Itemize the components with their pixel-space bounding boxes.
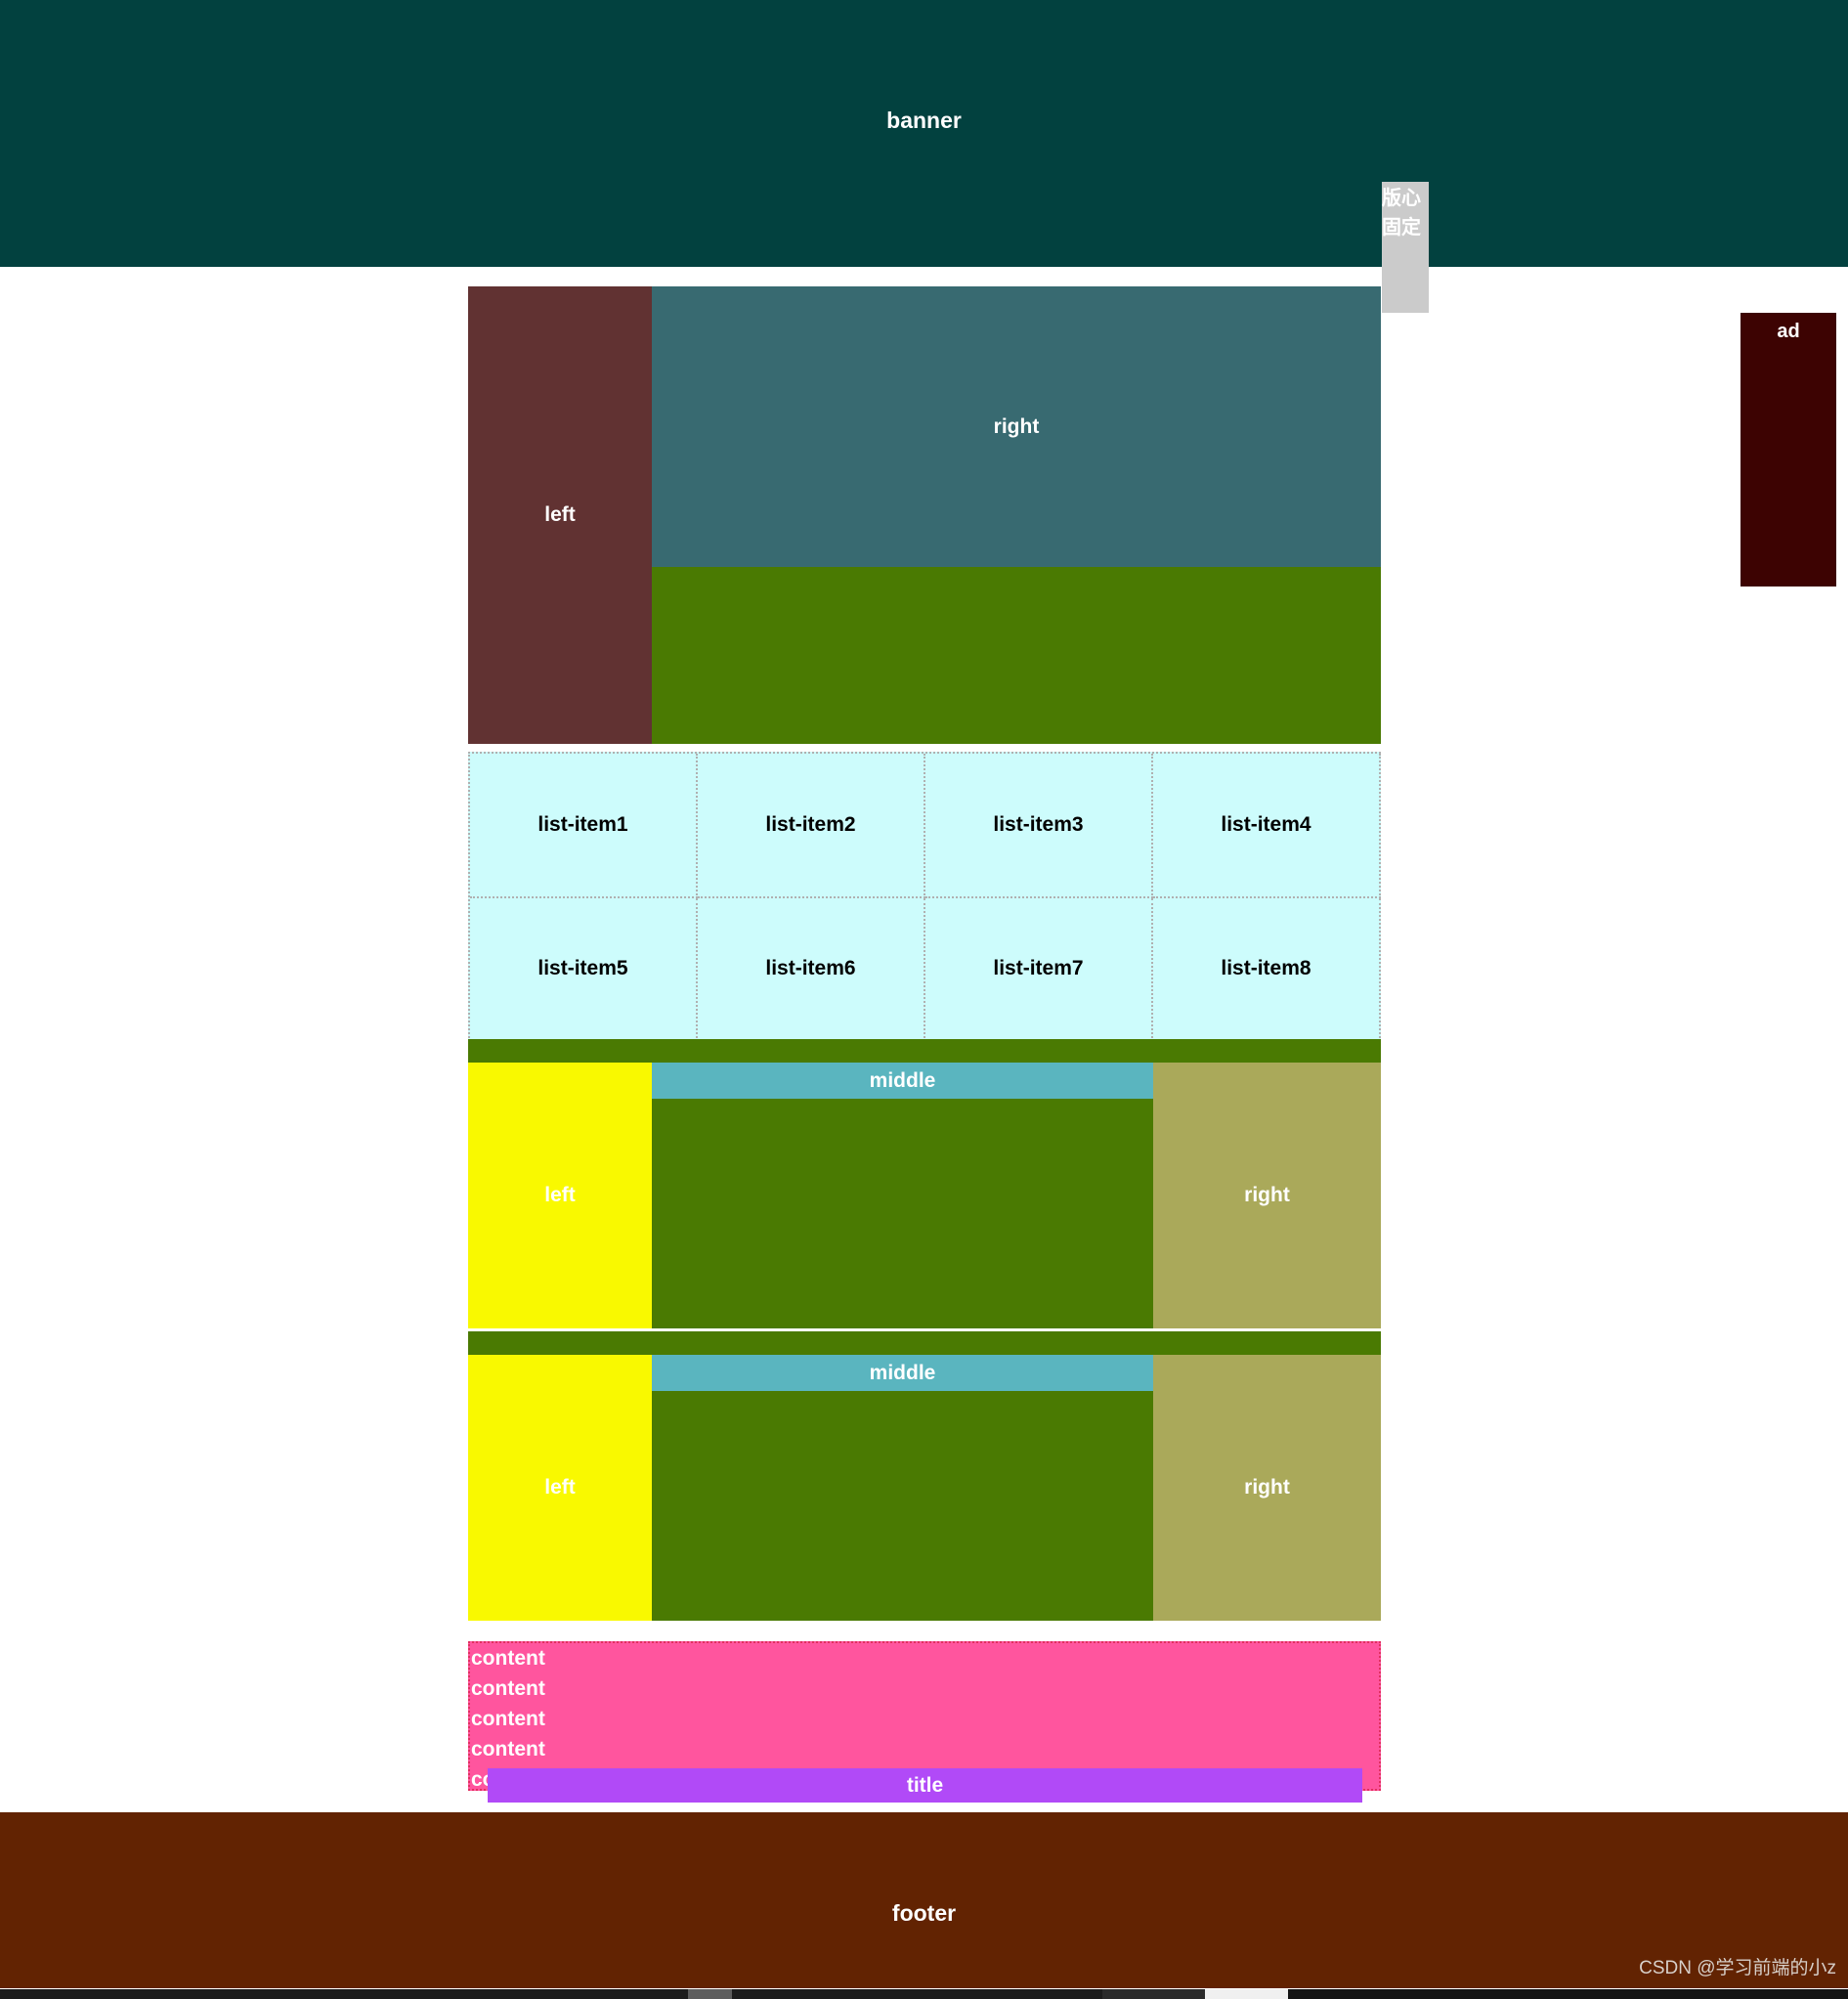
- title-bar-label: title: [906, 1774, 944, 1797]
- holy-grail-left: left: [468, 1063, 652, 1328]
- holy-grail-right-label: right: [1244, 1184, 1290, 1206]
- section-one-green-filler: [652, 567, 1381, 744]
- list-item-label: list-item1: [537, 812, 628, 836]
- section-one-left-label: left: [544, 503, 576, 526]
- list-item-label: list-item4: [1221, 812, 1311, 836]
- list-item-label: list-item3: [993, 812, 1084, 836]
- csdn-watermark: CSDN @学习前端的小z: [1639, 1958, 1836, 1978]
- content-line: content: [471, 1647, 545, 1670]
- list-item-label: list-item2: [765, 812, 856, 836]
- list-item[interactable]: list-item3: [925, 754, 1153, 898]
- section-one-right: right: [652, 286, 1381, 567]
- content-line: content: [471, 1708, 545, 1730]
- list-item[interactable]: list-item4: [1153, 754, 1381, 898]
- holy-grail-middle-label: middle: [869, 1362, 936, 1384]
- holy-grail-right-label: right: [1244, 1476, 1290, 1499]
- holy-grail-left-label: left: [544, 1184, 576, 1206]
- taskbar-segment[interactable]: [1205, 1989, 1288, 1999]
- holy-grail-left-label: left: [544, 1476, 576, 1499]
- holy-grail-middle-label: middle: [869, 1069, 936, 1092]
- section-one-left: left: [468, 286, 652, 744]
- list-item-label: list-item6: [765, 957, 856, 980]
- footer-section: footer: [0, 1812, 1848, 1988]
- os-taskbar[interactable]: [0, 1989, 1848, 1999]
- title-bar: title: [488, 1768, 1362, 1803]
- section-one: left right: [468, 286, 1381, 744]
- list-item-label: list-item7: [993, 957, 1084, 980]
- holy-grail-right: right: [1153, 1063, 1381, 1328]
- holy-grail-section-2: left middle right: [468, 1331, 1381, 1621]
- ad-label: ad: [1777, 321, 1800, 342]
- list-item[interactable]: list-item8: [1153, 897, 1381, 1042]
- holy-grail-middle-header: middle: [652, 1063, 1153, 1099]
- list-grid: list-item1 list-item2 list-item3 list-it…: [468, 752, 1381, 1042]
- holy-grail-right: right: [1153, 1355, 1381, 1621]
- footer-label: footer: [891, 1900, 957, 1926]
- holy-grail-section-1: left middle right: [468, 1039, 1381, 1328]
- list-item[interactable]: list-item6: [698, 897, 925, 1042]
- banner-label: banner: [886, 108, 962, 133]
- banner-section: banner: [0, 0, 1848, 267]
- fixed-center-marker: 版心 固定: [1382, 182, 1429, 313]
- list-item[interactable]: list-item1: [470, 754, 698, 898]
- section-one-right-label: right: [993, 414, 1040, 438]
- content-line: content: [471, 1677, 545, 1700]
- page-root: banner 版心 固定 ad left right list-item1 li…: [0, 0, 1848, 1999]
- holy-grail-middle-body: [652, 1099, 1153, 1328]
- list-item[interactable]: list-item7: [925, 897, 1153, 1042]
- taskbar-segment[interactable]: [688, 1989, 732, 1999]
- holy-grail-left: left: [468, 1355, 652, 1621]
- list-item[interactable]: list-item2: [698, 754, 925, 898]
- taskbar-segment[interactable]: [1288, 1989, 1848, 1999]
- list-item-label: list-item5: [537, 957, 628, 980]
- content-line: content: [471, 1738, 545, 1760]
- list-item-label: list-item8: [1221, 957, 1311, 980]
- taskbar-segment[interactable]: [1102, 1989, 1205, 1999]
- list-item[interactable]: list-item5: [470, 897, 698, 1042]
- ad-box[interactable]: ad: [1741, 313, 1836, 587]
- fixed-center-line2: 固定: [1382, 217, 1421, 239]
- holy-grail-middle-body: [652, 1391, 1153, 1621]
- holy-grail-middle-header: middle: [652, 1355, 1153, 1391]
- fixed-center-line1: 版心: [1382, 188, 1421, 209]
